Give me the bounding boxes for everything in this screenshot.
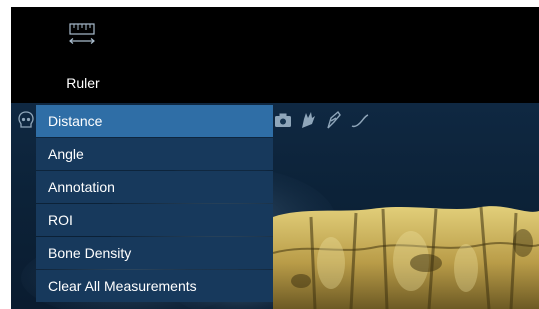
hand-icon[interactable] — [297, 109, 319, 131]
3d-viewport[interactable]: Distance Angle Annotation ROI Bone Densi… — [11, 103, 539, 309]
menu-item-bone-density[interactable]: Bone Density — [36, 237, 273, 269]
pen-icon[interactable] — [323, 109, 345, 131]
ruler-label: Ruler — [66, 75, 100, 91]
menu-item-angle[interactable]: Angle — [36, 138, 273, 170]
menu-item-distance[interactable]: Distance — [36, 105, 273, 137]
top-toolbar: Ruler — [11, 7, 539, 103]
menu-item-clear-all-measurements[interactable]: Clear All Measurements — [36, 270, 273, 302]
ruler-tool-button[interactable]: Ruler — [56, 15, 110, 97]
app-window: Ruler Distance Angle Annotation ROI Bone… — [11, 7, 539, 309]
curve-icon[interactable] — [349, 109, 371, 131]
skull-icon[interactable] — [15, 109, 37, 131]
ruler-icon — [69, 23, 95, 44]
menu-item-roi[interactable]: ROI — [36, 204, 273, 236]
camera-icon[interactable] — [272, 109, 294, 131]
measurement-dropdown-menu: Distance Angle Annotation ROI Bone Densi… — [36, 105, 273, 303]
menu-item-annotation[interactable]: Annotation — [36, 171, 273, 203]
